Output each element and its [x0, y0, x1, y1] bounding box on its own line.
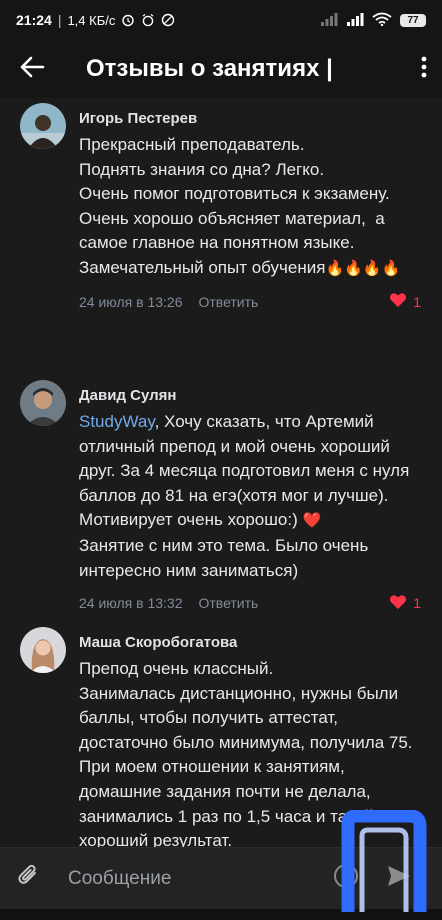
- comments-feed[interactable]: Игорь Пестерев Прекрасный преподаватель.…: [0, 98, 442, 847]
- comment-text-tail: Занятие с ним это тема. Было очень интер…: [79, 535, 369, 580]
- reply-button[interactable]: Ответить: [198, 595, 258, 611]
- alarm-icon: [121, 13, 135, 27]
- message-input[interactable]: [66, 866, 320, 891]
- attach-button[interactable]: [0, 848, 58, 910]
- comment-author[interactable]: Маша Скоробогатова: [79, 633, 429, 653]
- reply-button[interactable]: Ответить: [198, 294, 258, 310]
- comment-date: 24 июля в 13:26: [79, 293, 183, 310]
- like-button[interactable]: 1: [389, 594, 421, 613]
- comment-text: StudyWay, Хочу сказать, что Артемий отли…: [79, 410, 429, 583]
- heart-icon: [389, 594, 407, 613]
- paperclip-icon: [17, 863, 41, 894]
- menu-button[interactable]: [406, 40, 442, 98]
- comment-author[interactable]: Игорь Пестерев: [79, 109, 429, 129]
- network-speed: 1,4 КБ/с: [67, 12, 116, 28]
- brand-logo-icon: [340, 809, 432, 915]
- more-vertical-icon: [421, 56, 427, 83]
- avatar[interactable]: [20, 103, 66, 149]
- avatar[interactable]: [20, 380, 66, 426]
- back-button[interactable]: [0, 40, 64, 98]
- like-count: 1: [413, 595, 421, 612]
- status-right: 77: [320, 12, 426, 29]
- arrow-left-icon: [19, 56, 45, 83]
- wifi-icon: [372, 12, 392, 29]
- like-button[interactable]: 1: [389, 292, 421, 311]
- comment-text: Прекрасный преподаватель. Поднять знания…: [79, 133, 429, 282]
- comment-text-main: Прекрасный преподаватель. Поднять знания…: [79, 135, 390, 277]
- comment-body: Игорь Пестерев Прекрасный преподаватель.…: [79, 103, 429, 314]
- comment-date: 24 июля в 13:32: [79, 595, 183, 612]
- mention-link[interactable]: StudyWay: [79, 412, 155, 431]
- comment-meta: 24 июля в 13:32 Ответить 1: [79, 591, 429, 615]
- heart-icon: [389, 292, 407, 311]
- status-time: 21:24: [16, 12, 52, 28]
- avatar[interactable]: [20, 627, 66, 673]
- dnd-icon: [161, 13, 175, 27]
- comment-meta: 24 июля в 13:26 Ответить 1: [79, 290, 429, 314]
- status-separator: |: [57, 12, 62, 28]
- like-count: 1: [413, 293, 421, 310]
- heart-emoji: ❤️: [302, 512, 322, 530]
- alarm-clock-icon: [141, 13, 155, 27]
- battery-icon: 77: [400, 13, 426, 27]
- status-left: 21:24 | 1,4 КБ/с: [16, 12, 175, 28]
- signal-icon-2: [346, 12, 364, 29]
- page-title: Отзывы о занятиях |: [86, 55, 333, 82]
- status-bar: 21:24 | 1,4 КБ/с 77: [0, 0, 442, 40]
- app-header: Отзывы о занятиях |: [0, 40, 442, 98]
- comment-body: Давид Сулян StudyWay, Хочу сказать, что …: [79, 380, 429, 615]
- fire-emoji: 🔥🔥🔥🔥: [325, 259, 401, 277]
- signal-icon: [320, 12, 338, 29]
- comment-author[interactable]: Давид Сулян: [79, 386, 429, 406]
